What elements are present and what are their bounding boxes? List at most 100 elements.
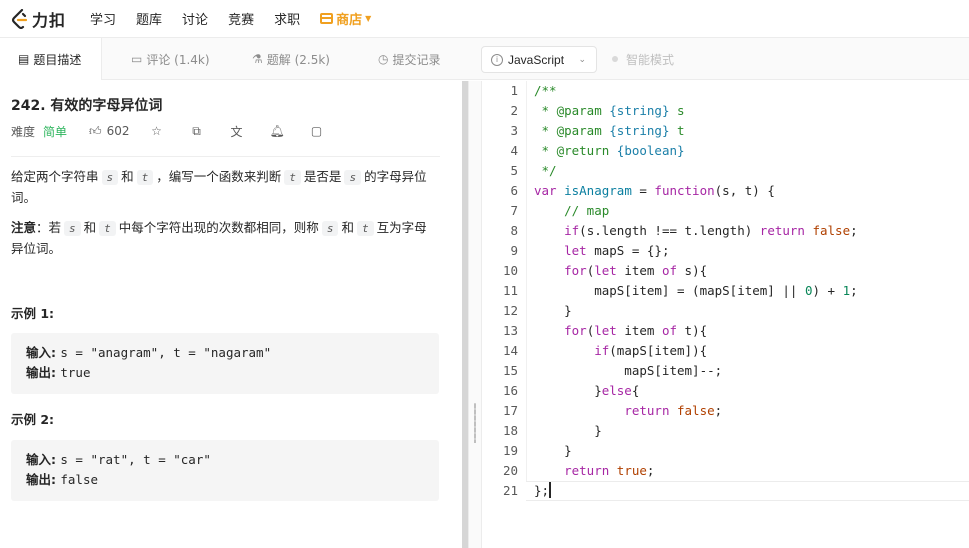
code-line[interactable]: 10 for(let item of s){ — [482, 261, 969, 281]
var-t: t — [356, 221, 374, 236]
code-line[interactable]: 21}; — [482, 481, 969, 501]
code-text[interactable]: return false; — [534, 401, 722, 421]
nav-discuss[interactable]: 讨论 — [182, 9, 208, 28]
code-text[interactable]: for(let item of t){ — [534, 321, 707, 341]
line-number: 6 — [510, 183, 518, 198]
desc-text: 是否是 — [303, 169, 342, 184]
smart-mode-label: 智能模式 — [626, 52, 675, 67]
bell-icon[interactable]: 🔔︎ — [269, 124, 284, 138]
chevron-down-icon: ⌄ — [578, 54, 586, 64]
line-number: 20 — [502, 463, 518, 478]
line-number: 13 — [502, 323, 518, 338]
note-text: ：若 — [36, 220, 62, 235]
language-select[interactable]: i JavaScript ⌄ — [481, 46, 597, 73]
line-number: 1 — [510, 83, 518, 98]
chevron-down-icon: ▼ — [365, 14, 372, 23]
example2-title: 示例 2: — [11, 412, 55, 427]
code-line[interactable]: 15 mapS[item]--; — [482, 361, 969, 381]
nav-jobs[interactable]: 求职 — [274, 9, 300, 28]
code-line[interactable]: 4 * @return {boolean} — [482, 141, 969, 161]
code-line[interactable]: 14 if(mapS[item]){ — [482, 341, 969, 361]
note-text: 和 — [83, 220, 97, 235]
flask-icon: ⚗ — [252, 52, 263, 66]
brand-logo[interactable]: 力扣 — [11, 7, 66, 31]
line-number: 7 — [510, 203, 518, 218]
code-text[interactable]: if(s.length !== t.length) return false; — [534, 221, 858, 241]
line-number: 3 — [510, 123, 518, 138]
like-button[interactable]: 👍︎ 602 — [89, 124, 129, 139]
nav-learn[interactable]: 学习 — [90, 9, 116, 28]
code-text[interactable]: /** — [534, 81, 557, 101]
code-text[interactable]: } — [534, 301, 572, 321]
desc-text: 和 — [121, 169, 134, 184]
code-text[interactable]: * @param {string} t — [534, 121, 685, 141]
line-number: 8 — [510, 223, 518, 238]
code-line[interactable]: 13 for(let item of t){ — [482, 321, 969, 341]
panel-splitter[interactable] — [468, 81, 482, 548]
var-s: s — [64, 221, 81, 236]
code-text[interactable]: * @return {boolean} — [534, 141, 685, 161]
feedback-icon[interactable]: ▢ — [309, 124, 323, 138]
output-label: 输出 — [26, 365, 52, 380]
note-label: 注意 — [11, 220, 37, 235]
code-text[interactable]: }else{ — [534, 381, 639, 401]
star-icon[interactable]: ☆ — [149, 124, 163, 138]
tab-submissions[interactable]: ◷ 提交记录 — [378, 38, 441, 80]
code-text[interactable]: */ — [534, 161, 557, 181]
var-t: t — [136, 170, 154, 185]
code-text[interactable]: let mapS = {}; — [534, 241, 669, 261]
code-line[interactable]: 19 } — [482, 441, 969, 461]
input-label: 输入 — [26, 452, 52, 467]
line-number: 14 — [502, 343, 518, 358]
code-line[interactable]: 16 }else{ — [482, 381, 969, 401]
example2-input-row: 输入: s = "rat", t = "car" — [26, 452, 211, 467]
code-line[interactable]: 17 return false; — [482, 401, 969, 421]
tab-solutions[interactable]: ⚗ 题解 (2.5k) — [252, 38, 330, 80]
nav-contest[interactable]: 竞赛 — [228, 9, 254, 28]
code-text[interactable]: }; — [534, 481, 552, 501]
code-text[interactable]: mapS[item]--; — [534, 361, 722, 381]
code-line[interactable]: 11 mapS[item] = (mapS[item] || 0) + 1; — [482, 281, 969, 301]
info-icon: i — [491, 53, 503, 66]
code-line[interactable]: 8 if(s.length !== t.length) return false… — [482, 221, 969, 241]
code-text[interactable]: if(mapS[item]){ — [534, 341, 707, 361]
code-line[interactable]: 9 let mapS = {}; — [482, 241, 969, 261]
nav-problems[interactable]: 题库 — [136, 9, 162, 28]
comment-icon: ▭ — [131, 52, 143, 66]
code-editor[interactable]: 1/** 2 * @param {string} s3 * @param {str… — [482, 81, 969, 548]
code-text[interactable]: var isAnagram = function(s, t) { — [534, 181, 775, 201]
code-line[interactable]: 5 */ — [482, 161, 969, 181]
code-text[interactable]: } — [534, 421, 602, 441]
code-line[interactable]: 20 return true; — [482, 461, 969, 481]
code-text[interactable]: return true; — [534, 461, 654, 481]
code-text[interactable]: // map — [534, 201, 609, 221]
like-count: 602 — [106, 124, 130, 138]
code-line[interactable]: 6 var isAnagram = function(s, t) { — [482, 181, 969, 201]
smart-mode-toggle[interactable]: 智能模式 — [612, 38, 674, 80]
tab-description[interactable]: ▤ 题目描述 — [0, 38, 103, 80]
difficulty-label: 难度 — [11, 124, 36, 139]
tab-comments[interactable]: ▭ 评论 (1.4k) — [131, 38, 210, 80]
status-dot-icon — [612, 56, 618, 62]
code-text[interactable]: } — [534, 441, 572, 461]
nav-store[interactable]: 商店 ▼ — [320, 9, 371, 28]
code-line[interactable]: 3 * @param {string} t — [482, 121, 969, 141]
code-line[interactable]: 12 } — [482, 301, 969, 321]
desc-text: 给定两个字符串 — [11, 169, 99, 184]
desc-text: ，编写一个函数来判断 — [156, 169, 282, 184]
note-text: 中每个字符出现的次数都相同，则称 — [118, 220, 319, 235]
code-line[interactable]: 2 * @param {string} s — [482, 101, 969, 121]
code-line[interactable]: 18 } — [482, 421, 969, 441]
code-text[interactable]: mapS[item] = (mapS[item] || 0) + 1; — [534, 281, 857, 301]
share-icon[interactable]: ⧉ — [189, 124, 203, 139]
difficulty-badge: 简单 — [43, 124, 68, 139]
translate-icon[interactable]: 文 — [229, 123, 243, 140]
line-number: 5 — [510, 163, 518, 178]
text-cursor — [549, 482, 552, 498]
code-text[interactable]: * @param {string} s — [534, 101, 685, 121]
note-text: 和 — [341, 220, 354, 235]
code-text[interactable]: for(let item of s){ — [534, 261, 707, 281]
code-line[interactable]: 1 /** — [482, 81, 969, 101]
code-line[interactable]: 7 // map — [482, 201, 969, 221]
line-number: 4 — [510, 143, 518, 158]
